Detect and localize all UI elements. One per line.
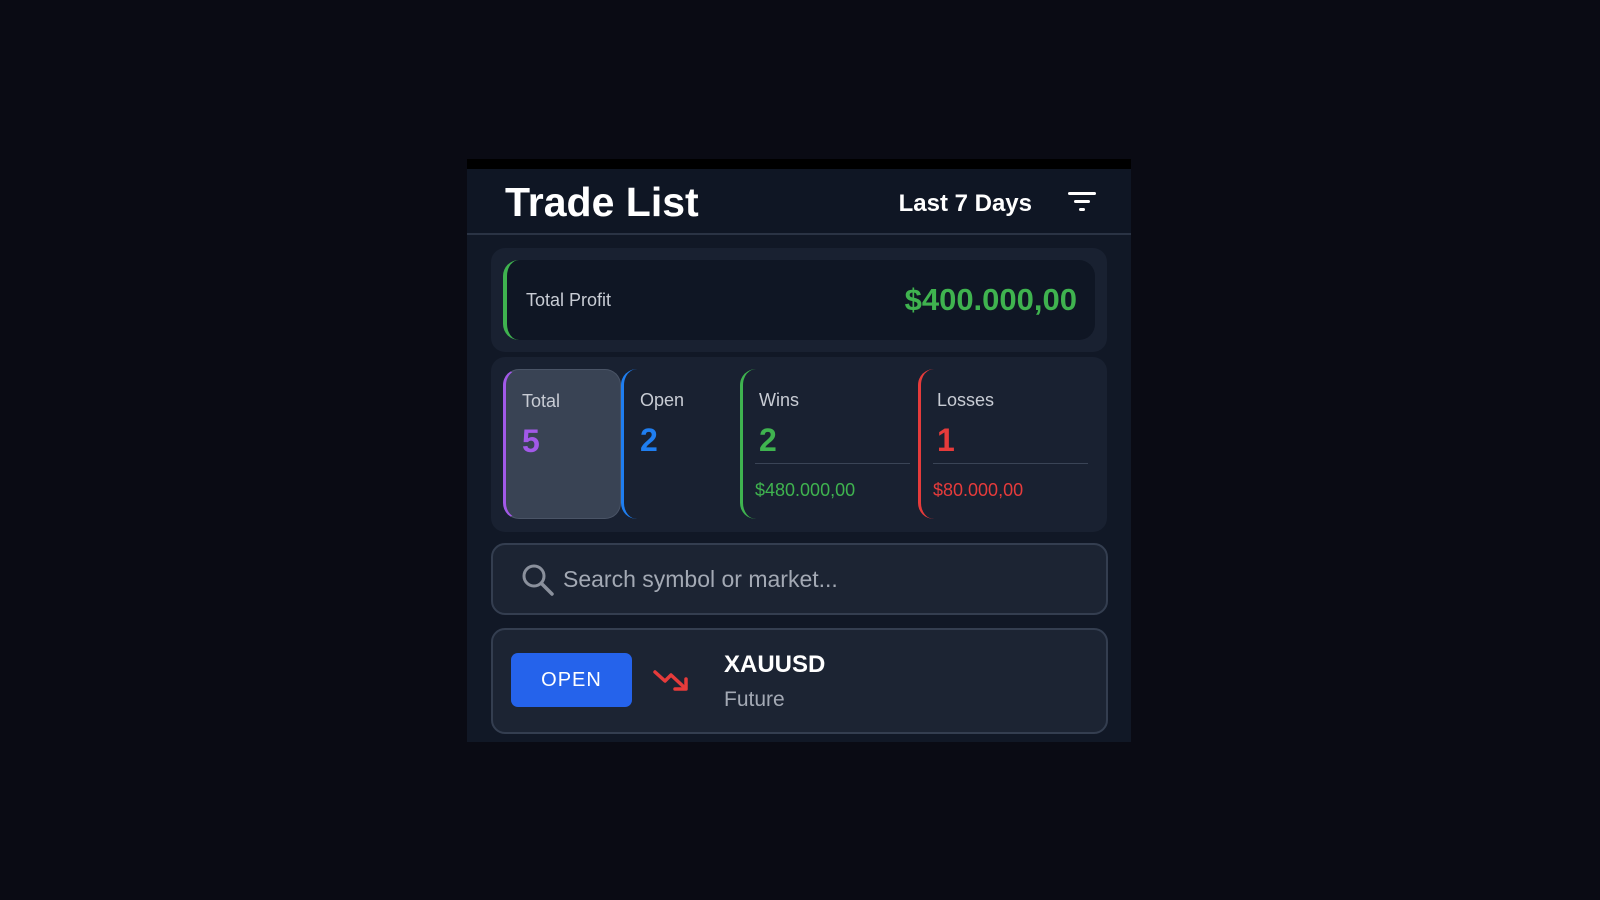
stat-open-count: 2 [640,422,658,458]
stat-tab-wins[interactable]: Wins 2 $480.000,00 [740,369,918,519]
stat-wins-label: Wins [759,390,799,410]
trend-down-icon [653,668,691,694]
stat-wins-amount: $480.000,00 [755,480,856,500]
total-profit-card: Total Profit $400.000,00 [491,248,1107,352]
stat-losses-count: 1 [937,422,955,458]
filter-icon[interactable] [1067,191,1097,213]
app-header: Trade List Last 7 Days [467,169,1131,235]
search-bar [491,543,1108,615]
search-input[interactable] [563,555,1083,603]
total-profit-value: $400.000,00 [904,282,1077,317]
stat-total-count: 5 [522,423,540,459]
trade-symbol: XAUUSD [724,651,826,678]
total-profit-label: Total Profit [526,290,612,310]
stat-losses-divider [933,463,1088,464]
stat-wins-count: 2 [759,422,777,458]
trade-status-badge[interactable]: OPEN [511,653,632,707]
status-bar [467,159,1131,169]
search-icon [521,563,555,597]
stat-losses-label: Losses [937,390,995,410]
date-range-selector[interactable]: Last 7 Days [899,190,1032,218]
stats-card: Total 5 Open 2 Wins 2 $480.000,00 Losses… [491,357,1107,532]
stat-losses-amount: $80.000,00 [933,480,1024,500]
trade-market: Future [724,688,785,711]
stat-tab-total[interactable]: Total 5 [503,369,621,519]
stat-wins-divider [755,463,910,464]
trade-list-item[interactable]: OPEN XAUUSD Future [491,628,1108,734]
stat-tab-open[interactable]: Open 2 [621,369,739,519]
total-profit-panel: Total Profit $400.000,00 [503,260,1095,340]
stat-tab-losses[interactable]: Losses 1 $80.000,00 [918,369,1096,519]
app-screen: Trade List Last 7 Days Total Profit $400… [467,159,1131,742]
stat-total-label: Total [522,391,561,411]
stat-open-label: Open [640,390,685,410]
page-title: Trade List [505,179,699,225]
